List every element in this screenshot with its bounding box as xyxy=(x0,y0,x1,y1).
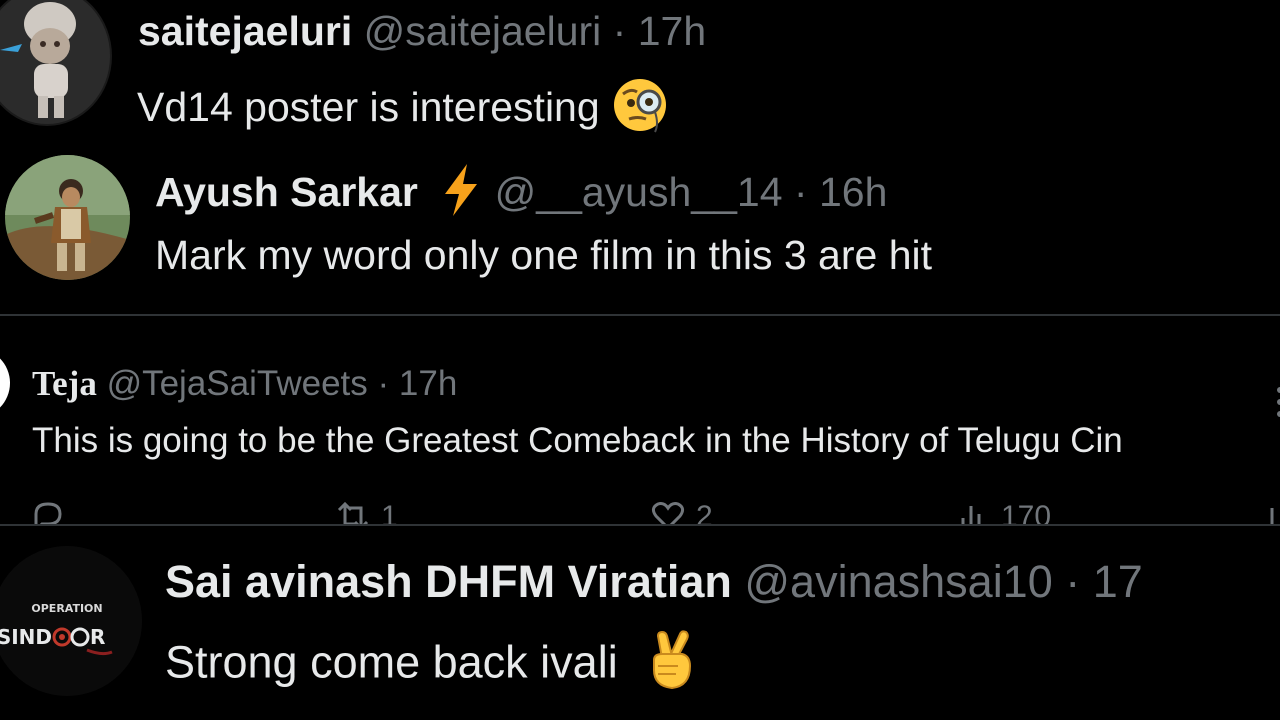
tweet-1-text: Vd14 poster is interesting xyxy=(137,83,600,130)
tweet-panel-3: OPERATION SIND R Sai avinash DHFM Virati… xyxy=(0,526,1280,720)
tweet-2-handle[interactable]: @__ayush__14 xyxy=(495,169,783,215)
tweet-panel-1: saitejaeluri @saitejaeluri · 17h Vd14 po… xyxy=(0,0,1280,310)
tweet-panel-2: Teja @TejaSaiTweets · 17h This is going … xyxy=(0,322,1280,524)
tweet-1-display-name[interactable]: saitejaeluri xyxy=(138,8,352,54)
tweet-2-header: Ayush Sarkar @__ayush__14 · 16h xyxy=(155,162,887,228)
screenshot-canvas: saitejaeluri @saitejaeluri · 17h Vd14 po… xyxy=(0,0,1280,720)
high-voltage-icon xyxy=(439,162,483,228)
tweet-3-handle[interactable]: @TejaSaiTweets xyxy=(107,364,368,403)
tweet-4-header: Sai avinash DHFM Viratian @avinashsai10 … xyxy=(165,556,1143,608)
avatar-saitejaeluri[interactable] xyxy=(0,0,112,126)
tweet-2-display-name[interactable]: Ayush Sarkar xyxy=(155,169,418,215)
tweet-4-display-name[interactable]: Sai avinash DHFM Viratian xyxy=(165,556,732,607)
avatar-logo-left-text: SIND xyxy=(0,625,52,649)
avatar-logo-right-text: R xyxy=(90,625,105,649)
tweet-1-header: saitejaeluri @saitejaeluri · 17h xyxy=(138,8,706,55)
like-button[interactable]: 2 xyxy=(650,498,713,524)
crossed-fingers-icon xyxy=(648,630,696,701)
share-icon xyxy=(1270,508,1274,524)
more-options-icon[interactable] xyxy=(1268,382,1280,422)
tweet-4-text: Strong come back ivali xyxy=(165,636,618,688)
tweet-2-separator: · xyxy=(793,168,808,215)
share-button[interactable] xyxy=(1266,498,1280,524)
tweet-3-display-name[interactable]: Teja xyxy=(32,364,97,403)
tweet-4-handle[interactable]: @avinashsai10 xyxy=(744,556,1052,607)
tweet-2-body: Mark my word only one film in this 3 are… xyxy=(155,232,932,279)
tweet-2-text: Mark my word only one film in this 3 are… xyxy=(155,232,932,278)
avatar-ayush-sarkar[interactable] xyxy=(5,155,130,280)
reply-button[interactable] xyxy=(30,498,76,524)
tweet-3-body: This is going to be the Greatest Comebac… xyxy=(32,421,1123,461)
reply-icon xyxy=(34,502,62,524)
face-with-monocle-icon xyxy=(611,76,669,144)
tweet-1-timestamp[interactable]: 17h xyxy=(638,8,706,54)
avatar-teja[interactable] xyxy=(0,348,10,418)
heart-icon xyxy=(651,502,685,524)
retweet-button[interactable]: 1 xyxy=(335,498,398,524)
avatar-sai-avinash[interactable]: OPERATION SIND R xyxy=(0,546,142,696)
tweet-3-timestamp[interactable]: 17h xyxy=(399,364,457,403)
tweet-2-timestamp[interactable]: 16h xyxy=(819,169,887,215)
views-chart-icon xyxy=(961,506,981,524)
tweet-4-separator: · xyxy=(1065,556,1081,607)
avatar-logo-top-text: OPERATION xyxy=(31,602,102,615)
panel-divider-1 xyxy=(0,314,1280,316)
tweet-1-handle[interactable]: @saitejaeluri xyxy=(364,8,602,54)
tweet-3-text: This is going to be the Greatest Comebac… xyxy=(32,421,1123,460)
retweet-icon xyxy=(337,501,369,524)
tweet-4-timestamp[interactable]: 17 xyxy=(1093,556,1143,607)
views-button[interactable]: 170 xyxy=(955,498,1051,524)
tweet-3-header: Teja @TejaSaiTweets · 17h xyxy=(32,364,457,404)
like-count: 2 xyxy=(696,500,713,525)
views-count: 170 xyxy=(1001,500,1052,525)
tweet-1-separator: · xyxy=(612,8,627,54)
tweet-4-body: Strong come back ivali xyxy=(165,630,696,701)
tweet-3-action-bar: 1 2 170 xyxy=(0,498,1280,524)
tweet-3-separator: · xyxy=(377,364,390,403)
retweet-count: 1 xyxy=(381,500,398,525)
tweet-1-body: Vd14 poster is interesting xyxy=(137,76,669,144)
